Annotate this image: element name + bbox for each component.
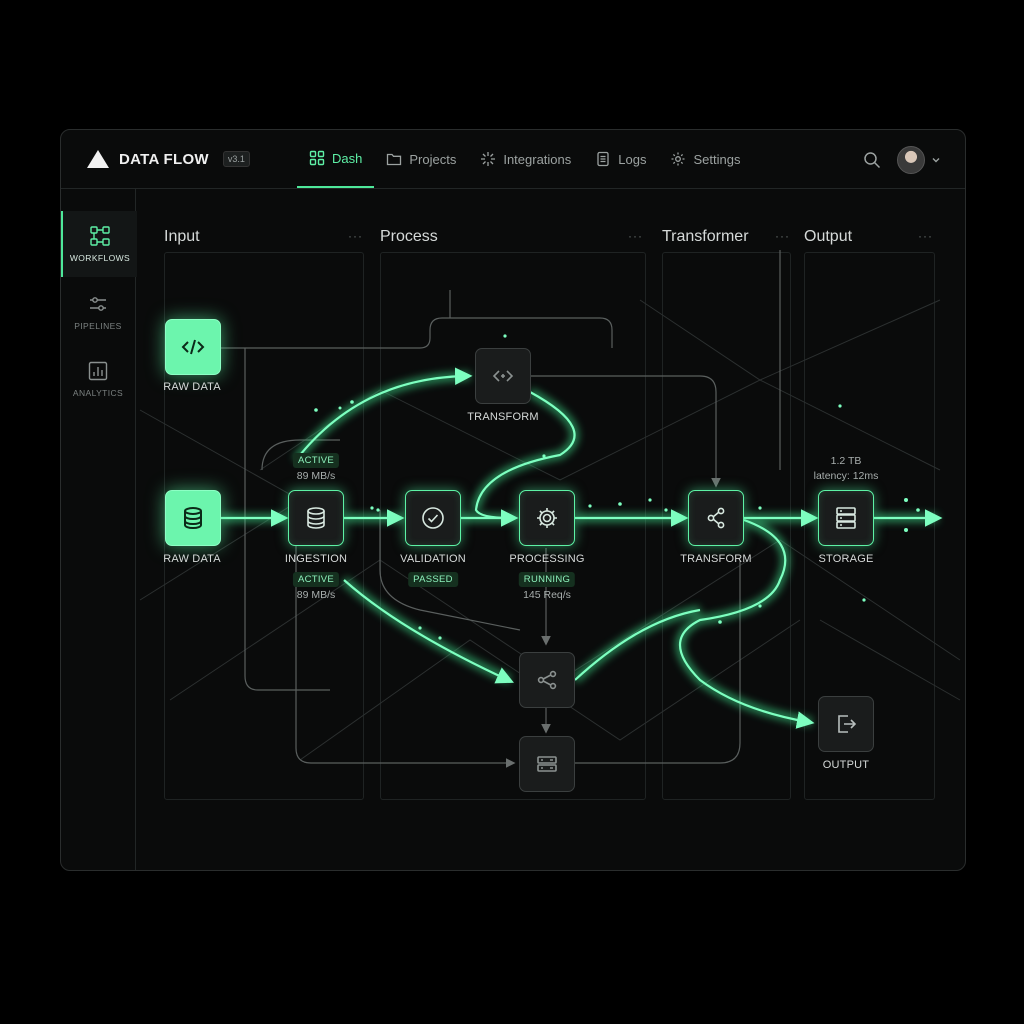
share-icon	[707, 507, 725, 529]
node-processing[interactable]	[519, 490, 575, 546]
branch-icon	[537, 670, 557, 690]
throughput-text: 89 MB/s	[296, 470, 336, 482]
server-icon	[836, 507, 856, 529]
status-badge: ACTIVE	[292, 572, 340, 587]
node-label: PROCESSING	[509, 553, 585, 565]
database-icon	[307, 507, 325, 529]
latency-text: latency: 12ms	[813, 470, 879, 482]
status-badge: ACTIVE	[292, 453, 340, 468]
check-circle-icon	[422, 507, 444, 529]
node-label: TRANSFORM	[467, 411, 539, 423]
node-raw-data-code[interactable]	[165, 319, 221, 375]
node-validation[interactable]	[405, 490, 461, 546]
status-badge: RUNNING	[518, 572, 576, 587]
node-raw-data-db[interactable]	[165, 490, 221, 546]
node-output[interactable]	[818, 696, 874, 752]
node-store-lower[interactable]	[519, 736, 575, 792]
node-label: RAW DATA	[163, 553, 221, 565]
storage-size-text: 1.2 TB	[830, 455, 862, 467]
node-transform[interactable]	[688, 490, 744, 546]
gear-icon	[537, 508, 557, 528]
node-label: VALIDATION	[400, 553, 466, 565]
code-icon	[492, 370, 514, 382]
throughput-text: 89 MB/s	[296, 589, 336, 601]
node-label: INGESTION	[284, 553, 348, 565]
throughput-text: 145 Req/s	[523, 589, 571, 601]
node-transform-top[interactable]	[475, 348, 531, 404]
database-icon	[184, 507, 202, 530]
node-label: TRANSFORM	[680, 553, 752, 565]
node-storage[interactable]	[818, 490, 874, 546]
node-label: STORAGE	[818, 553, 874, 565]
node-ingestion[interactable]	[288, 490, 344, 546]
server-icon	[537, 756, 557, 772]
node-label: RAW DATA	[163, 381, 221, 393]
status-badge: PASSED	[408, 572, 458, 587]
node-label: OUTPUT	[822, 759, 870, 771]
node-branch[interactable]	[519, 652, 575, 708]
code-icon	[181, 339, 205, 355]
exit-icon	[838, 715, 857, 733]
